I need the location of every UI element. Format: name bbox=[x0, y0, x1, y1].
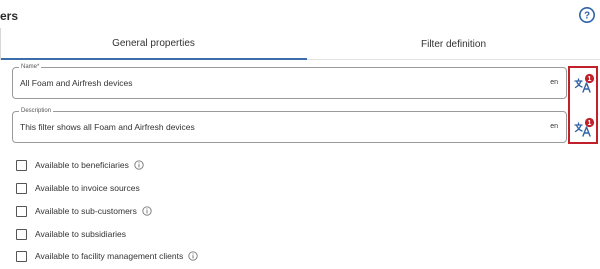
checkbox-row-beneficiaries: Available to beneficiaries bbox=[16, 158, 144, 172]
beneficiaries-checkbox[interactable] bbox=[16, 159, 27, 171]
sub-customers-label[interactable]: Available to sub-customers bbox=[35, 206, 137, 216]
checkbox-row-facility-management: Available to facility management clients bbox=[16, 249, 198, 263]
tab-bar: General properties Filter definition bbox=[0, 28, 600, 60]
name-field-value[interactable]: All Foam and Airfresh devices bbox=[20, 78, 132, 88]
tab-general-properties[interactable]: General properties bbox=[0, 28, 307, 60]
page-title: ers bbox=[0, 9, 19, 23]
description-translate-button[interactable]: 1 bbox=[573, 117, 595, 139]
description-language-code: en bbox=[550, 123, 558, 130]
name-translate-button[interactable]: 1 bbox=[573, 73, 595, 95]
name-language-code: en bbox=[550, 79, 558, 86]
description-field-label: Description bbox=[19, 107, 54, 115]
svg-text:1: 1 bbox=[588, 120, 592, 127]
subsidiaries-checkbox[interactable] bbox=[16, 228, 27, 240]
subsidiaries-label[interactable]: Available to subsidiaries bbox=[35, 229, 126, 239]
info-icon[interactable] bbox=[134, 160, 144, 170]
help-icon[interactable]: ? bbox=[578, 6, 596, 24]
invoice-sources-checkbox[interactable] bbox=[16, 182, 27, 194]
svg-text:?: ? bbox=[584, 11, 590, 22]
checkbox-row-subsidiaries: Available to subsidiaries bbox=[16, 227, 126, 241]
description-field-value[interactable]: This filter shows all Foam and Airfresh … bbox=[20, 122, 195, 132]
invoice-sources-label[interactable]: Available to invoice sources bbox=[35, 183, 140, 193]
beneficiaries-label[interactable]: Available to beneficiaries bbox=[35, 160, 129, 170]
checkbox-row-sub-customers: Available to sub-customers bbox=[16, 204, 152, 218]
name-field[interactable]: Name* All Foam and Airfresh devices en bbox=[12, 63, 567, 99]
name-field-label: Name* bbox=[19, 63, 42, 71]
svg-text:1: 1 bbox=[588, 76, 592, 83]
info-icon[interactable] bbox=[142, 206, 152, 216]
facility-management-checkbox[interactable] bbox=[16, 250, 27, 262]
checkbox-row-invoice-sources: Available to invoice sources bbox=[16, 181, 140, 195]
info-icon[interactable] bbox=[188, 251, 198, 261]
tab-filter-definition[interactable]: Filter definition bbox=[307, 28, 600, 60]
sub-customers-checkbox[interactable] bbox=[16, 205, 27, 217]
facility-management-label[interactable]: Available to facility management clients bbox=[35, 251, 183, 261]
description-field[interactable]: Description This filter shows all Foam a… bbox=[12, 107, 567, 143]
